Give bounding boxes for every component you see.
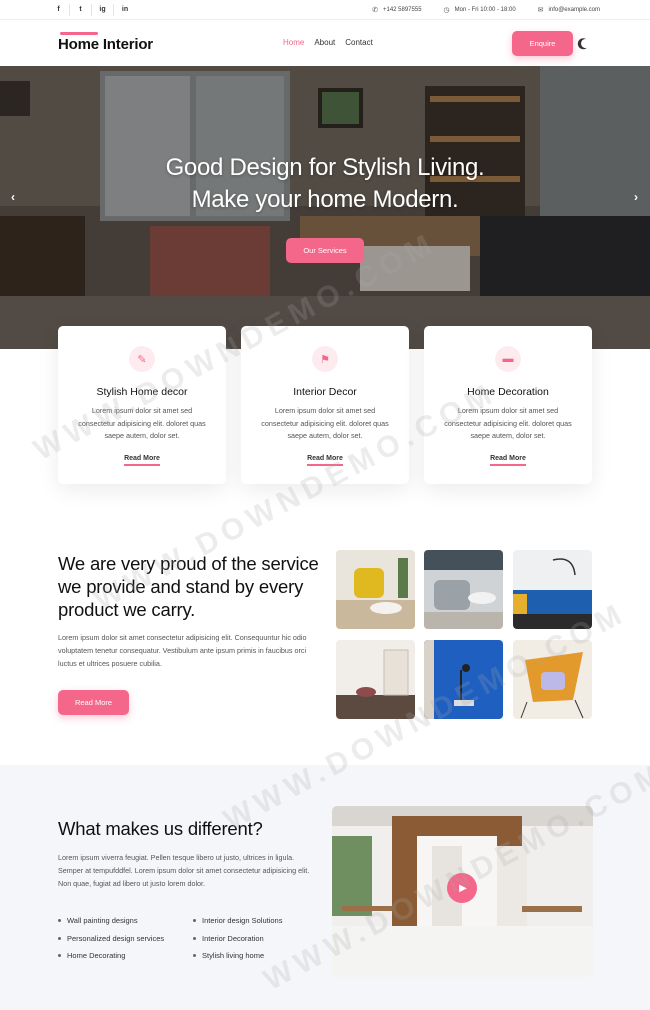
read-more-link[interactable]: Read More <box>490 455 526 466</box>
feature-card: ▬ Home Decoration Lorem ipsum dolor sit … <box>424 326 592 484</box>
read-more-link[interactable]: Read More <box>307 455 343 466</box>
opening-hours: Mon - Fri 10:00 - 18:00 <box>454 7 516 13</box>
list-item: Stylish living home <box>193 947 282 965</box>
gallery-image[interactable] <box>424 550 503 629</box>
gallery-image[interactable] <box>513 640 592 719</box>
play-icon[interactable]: ▶ <box>447 873 477 903</box>
list-item: Home Decorating <box>58 947 164 965</box>
top-bar: f t ig in ✆ +142 5897555 ◷ Mon - Fri 10:00… <box>0 0 650 20</box>
card-text: Lorem ipsum dolor sit amet sed consectet… <box>444 406 572 440</box>
mail-icon: ✉ <box>537 7 544 14</box>
phone-number: +142 5897555 <box>382 7 422 13</box>
clock-icon: ◷ <box>443 7 450 14</box>
feature-card: ⚑ Interior Decor Lorem ipsum dolor sit a… <box>241 326 409 484</box>
hero-heading: Good Design for Stylish Living. Make you… <box>0 152 650 216</box>
list-item: Personalized design services <box>58 930 164 948</box>
about-text: Lorem ipsum dolor sit amet consectetur a… <box>58 633 307 668</box>
edit-icon: ✎ <box>129 346 155 372</box>
gallery-image[interactable] <box>424 640 503 719</box>
bullet-icon <box>193 954 196 958</box>
gallery-image[interactable] <box>336 640 415 719</box>
bullet-icon <box>193 919 196 923</box>
features-list-right: Interior design Solutions Interior Decor… <box>193 912 282 965</box>
nav-item-about[interactable]: About <box>314 38 335 47</box>
card-text: Lorem ipsum dolor sit amet sed consectet… <box>78 406 206 440</box>
card-title: Stylish Home decor <box>96 386 188 398</box>
feature-card: ✎ Stylish Home decor Lorem ipsum dolor s… <box>58 326 226 484</box>
bullet-icon <box>58 954 61 958</box>
bullet-icon <box>58 936 61 940</box>
list-item: Wall painting designs <box>58 912 164 930</box>
read-more-button[interactable]: Read More <box>58 690 129 715</box>
dark-mode-toggle-icon[interactable] <box>580 38 592 50</box>
hero-line-2: Make your home Modern. <box>191 186 459 213</box>
phone-icon: ✆ <box>372 7 378 14</box>
gallery-grid <box>336 550 592 719</box>
phone-contact[interactable]: ✆ +142 5897555 <box>372 6 421 14</box>
card-title: Interior Decor <box>293 386 357 398</box>
nav-item-home[interactable]: Home <box>283 38 304 47</box>
list-item: Interior design Solutions <box>193 912 282 930</box>
feature-cards: ✎ Stylish Home decor Lorem ipsum dolor s… <box>58 326 592 486</box>
email-address: info@example.com <box>548 7 600 13</box>
hours-contact: ◷ Mon - Fri 10:00 - 18:00 <box>444 6 516 14</box>
card-text: Lorem ipsum dolor sit amet sed consectet… <box>261 406 389 440</box>
linkedin-icon[interactable]: in <box>114 4 136 16</box>
different-text: Lorem ipsum viverra feugiat. Pellen tesq… <box>58 853 310 888</box>
email-contact[interactable]: ✉ info@example.com <box>538 6 600 14</box>
gallery-image[interactable] <box>513 550 592 629</box>
contact-info: ✆ +142 5897555 ◷ Mon - Fri 10:00 - 18:00 ✉… <box>350 0 600 20</box>
about-heading: We are very proud of the service we prov… <box>58 553 319 620</box>
site-logo[interactable]: Home Interior <box>58 36 153 53</box>
paint-roller-icon: ⚑ <box>312 346 338 372</box>
gallery-image[interactable] <box>336 550 415 629</box>
logo-mark <box>60 32 98 35</box>
list-item: Interior Decoration <box>193 930 282 948</box>
bullet-icon <box>58 919 61 923</box>
twitter-icon[interactable]: t <box>70 4 92 16</box>
main-nav: Home Interior Home About Contact Enquire <box>0 20 650 66</box>
hero-slider: ‹ › Good Design for Stylish Living. Make… <box>0 66 650 349</box>
bed-icon: ▬ <box>495 346 521 372</box>
social-links: f t ig in <box>48 0 136 20</box>
nav-menu: Home About Contact <box>283 38 383 47</box>
bullet-icon <box>193 936 196 940</box>
facebook-icon[interactable]: f <box>48 4 70 16</box>
read-more-link[interactable]: Read More <box>124 455 160 466</box>
enquire-button[interactable]: Enquire <box>512 31 573 56</box>
hero-line-1: Good Design for Stylish Living. <box>165 154 485 181</box>
features-list-left: Wall painting designs Personalized desig… <box>58 912 164 965</box>
card-title: Home Decoration <box>467 386 549 398</box>
nav-item-contact[interactable]: Contact <box>345 38 373 47</box>
instagram-icon[interactable]: ig <box>92 4 114 16</box>
different-heading: What makes us different? <box>58 818 263 839</box>
our-services-button[interactable]: Our Services <box>286 238 364 263</box>
